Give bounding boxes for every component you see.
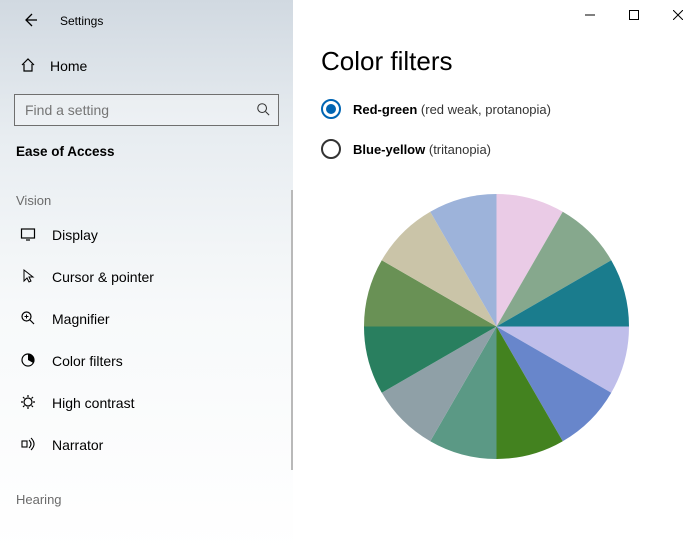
sidebar-item-narrator[interactable]: Narrator [0, 424, 293, 466]
sidebar-item-home[interactable]: Home [0, 46, 293, 86]
color-filters-icon [18, 352, 38, 371]
narrator-icon [18, 436, 38, 455]
nav-list: Display Cursor & pointer Magnifier Color… [0, 214, 293, 466]
sidebar-item-display[interactable]: Display [0, 214, 293, 256]
minimize-icon [585, 10, 595, 20]
search-input[interactable] [15, 102, 248, 118]
app-title: Settings [60, 14, 103, 28]
minimize-button[interactable] [568, 0, 612, 30]
color-wheel-preview [321, 194, 672, 462]
nav-label: Cursor & pointer [52, 269, 154, 285]
page-title: Color filters [321, 46, 672, 77]
back-arrow-icon [22, 12, 38, 28]
titlebar: Settings [0, 0, 293, 34]
color-filter-options: Red-green (red weak, protanopia) Blue-ye… [321, 99, 672, 159]
radio-label: Red-green (red weak, protanopia) [353, 102, 551, 117]
main-content: Color filters Red-green (red weak, prota… [293, 0, 700, 553]
nav-label: Display [52, 227, 98, 243]
radio-label: Blue-yellow (tritanopia) [353, 142, 491, 157]
nav-label: High contrast [52, 395, 134, 411]
high-contrast-icon [18, 394, 38, 413]
sidebar-item-color-filters[interactable]: Color filters [0, 340, 293, 382]
sidebar-item-high-contrast[interactable]: High contrast [0, 382, 293, 424]
radio-red-green[interactable]: Red-green (red weak, protanopia) [321, 99, 672, 119]
nav-label: Narrator [52, 437, 103, 453]
sidebar-item-cursor-pointer[interactable]: Cursor & pointer [0, 256, 293, 298]
section-vision: Vision [0, 159, 293, 214]
maximize-button[interactable] [612, 0, 656, 30]
magnifier-icon [18, 310, 38, 329]
search-box[interactable] [14, 94, 279, 126]
nav-label: Magnifier [52, 311, 110, 327]
window-controls [568, 0, 700, 30]
cursor-icon [18, 268, 38, 287]
sidebar: Settings Home Ease of Access Vision Disp… [0, 0, 293, 553]
home-icon [18, 57, 38, 76]
close-icon [673, 10, 683, 20]
nav-label: Color filters [52, 353, 123, 369]
back-button[interactable] [22, 12, 38, 31]
radio-blue-yellow[interactable]: Blue-yellow (tritanopia) [321, 139, 672, 159]
category-heading: Ease of Access [0, 126, 293, 159]
search-icon [248, 102, 278, 119]
close-button[interactable] [656, 0, 700, 30]
section-hearing: Hearing [0, 466, 293, 513]
display-icon [18, 226, 38, 245]
home-label: Home [50, 58, 87, 74]
maximize-icon [629, 10, 639, 20]
radio-indicator-icon [321, 139, 341, 159]
color-wheel-chart [364, 194, 629, 459]
sidebar-item-magnifier[interactable]: Magnifier [0, 298, 293, 340]
radio-indicator-icon [321, 99, 341, 119]
